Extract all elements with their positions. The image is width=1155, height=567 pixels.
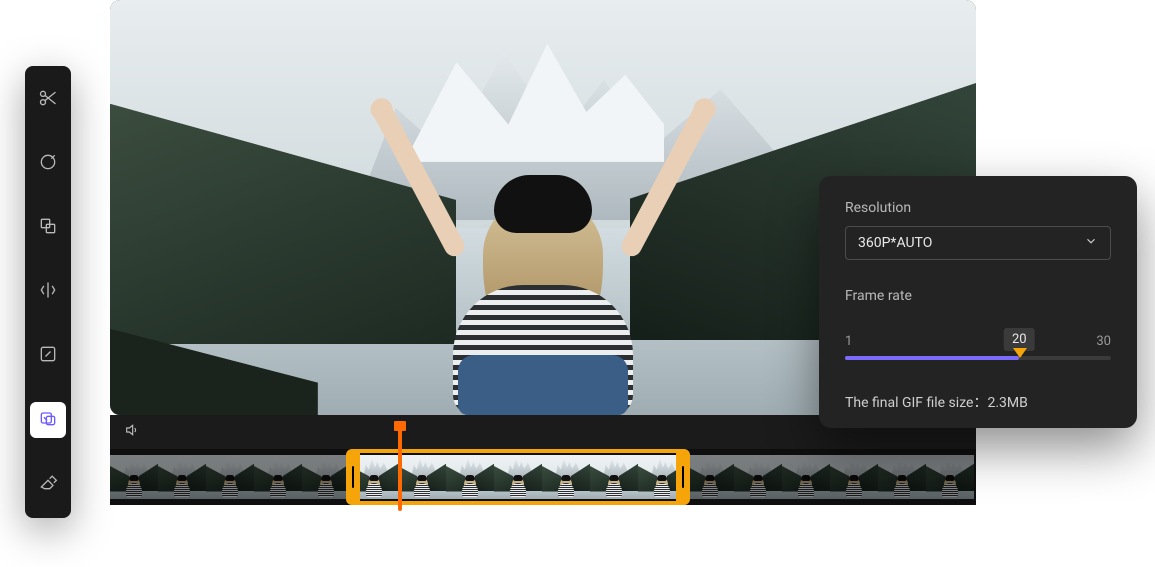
draw-tool[interactable]: [30, 146, 66, 182]
timeline-thumb[interactable]: [158, 455, 206, 499]
timeline-thumb[interactable]: [734, 455, 782, 499]
timeline-thumb[interactable]: [398, 455, 446, 499]
timeline-thumb[interactable]: [494, 455, 542, 499]
cut-tool[interactable]: [30, 82, 66, 118]
timeline-thumb[interactable]: [638, 455, 686, 499]
timeline-thumb[interactable]: [350, 455, 398, 499]
gif-settings-panel: Resolution 360P*AUTO Frame rate 20 1 30 …: [819, 176, 1137, 428]
timeline[interactable]: [110, 449, 976, 505]
timeline-thumb[interactable]: [686, 455, 734, 499]
mirror-icon: [38, 280, 58, 304]
export-gif-tool[interactable]: [30, 402, 66, 438]
timeline-thumb[interactable]: [878, 455, 926, 499]
timeline-thumb[interactable]: [590, 455, 638, 499]
erase-tool[interactable]: [30, 466, 66, 502]
export-icon: [38, 408, 58, 432]
speaker-icon[interactable]: [124, 422, 140, 442]
final-size-label: The final GIF file size：2.3MB: [845, 392, 1111, 412]
frame-rate-slider[interactable]: 20 1 30: [845, 334, 1111, 378]
slider-track-fill: [845, 356, 1019, 360]
playhead[interactable]: [398, 423, 402, 511]
resolution-value: 360P*AUTO: [858, 235, 932, 251]
timeline-thumb[interactable]: [302, 455, 350, 499]
frame-rate-label: Frame rate: [845, 288, 1111, 304]
target-icon: [38, 152, 58, 176]
timeline-thumb[interactable]: [542, 455, 590, 499]
timeline-thumb[interactable]: [110, 455, 158, 499]
timeline-thumb[interactable]: [926, 455, 974, 499]
timeline-thumb[interactable]: [782, 455, 830, 499]
resolution-label: Resolution: [845, 200, 1111, 216]
timeline-thumb[interactable]: [830, 455, 878, 499]
timeline-thumb[interactable]: [206, 455, 254, 499]
copy-icon: [38, 216, 58, 240]
left-toolbar: [25, 66, 71, 518]
mirror-tool[interactable]: [30, 274, 66, 310]
frame-rate-min: 1: [845, 334, 852, 349]
timeline-thumb[interactable]: [254, 455, 302, 499]
chevron-down-icon: [1084, 234, 1098, 252]
timeline-thumb[interactable]: [446, 455, 494, 499]
frame-rate-max: 30: [1096, 334, 1111, 349]
resolution-select[interactable]: 360P*AUTO: [845, 226, 1111, 260]
resize-tool[interactable]: [30, 338, 66, 374]
scissors-icon: [38, 88, 58, 112]
crop-tool[interactable]: [30, 210, 66, 246]
eraser-icon: [38, 472, 58, 496]
resize-icon: [38, 344, 58, 368]
